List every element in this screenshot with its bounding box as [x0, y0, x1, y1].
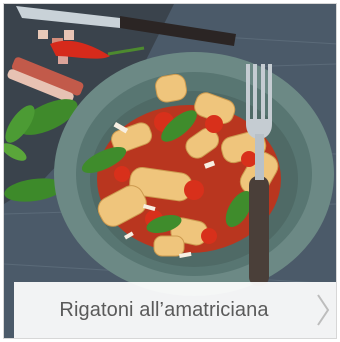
recipe-title: Rigatoni all’amatriciana	[59, 299, 269, 321]
recipe-card[interactable]: Rigatoni all’amatriciana	[3, 3, 337, 339]
recipe-caption-bar[interactable]: Rigatoni all’amatriciana	[14, 282, 336, 338]
chevron-right-icon[interactable]	[316, 293, 330, 327]
